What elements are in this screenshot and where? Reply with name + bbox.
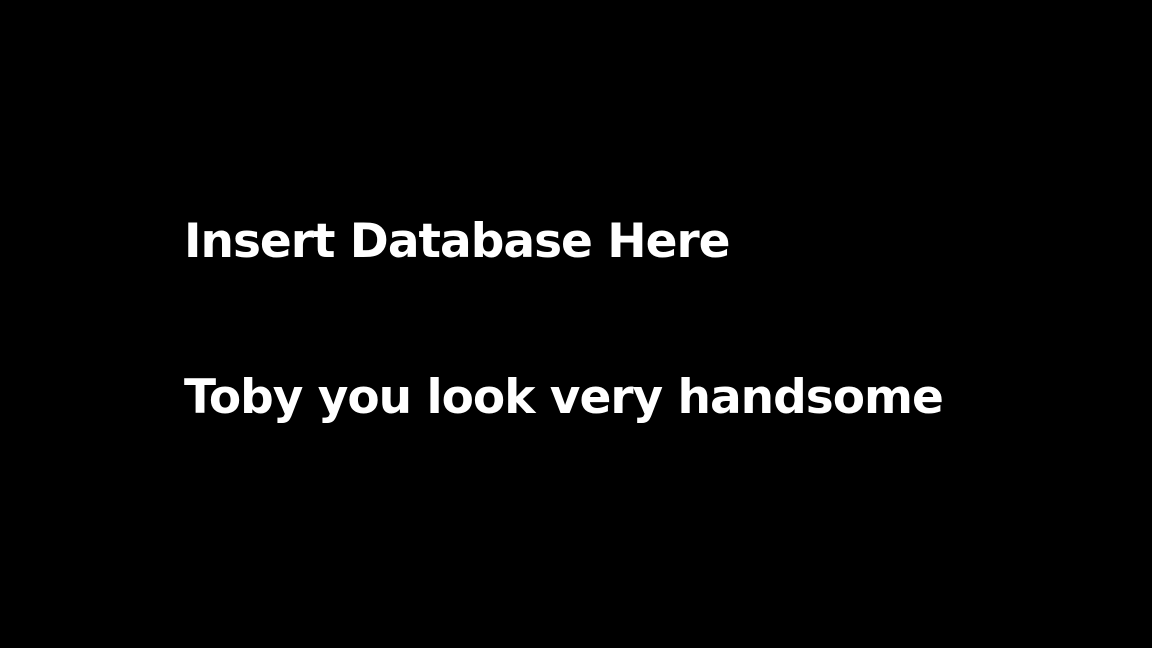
slide-canvas: Insert Database Here Toby you look very … (0, 0, 1152, 648)
slide-text-line-2: Toby you look very handsome (184, 370, 944, 425)
slide-text-line-1: Insert Database Here (184, 214, 731, 269)
